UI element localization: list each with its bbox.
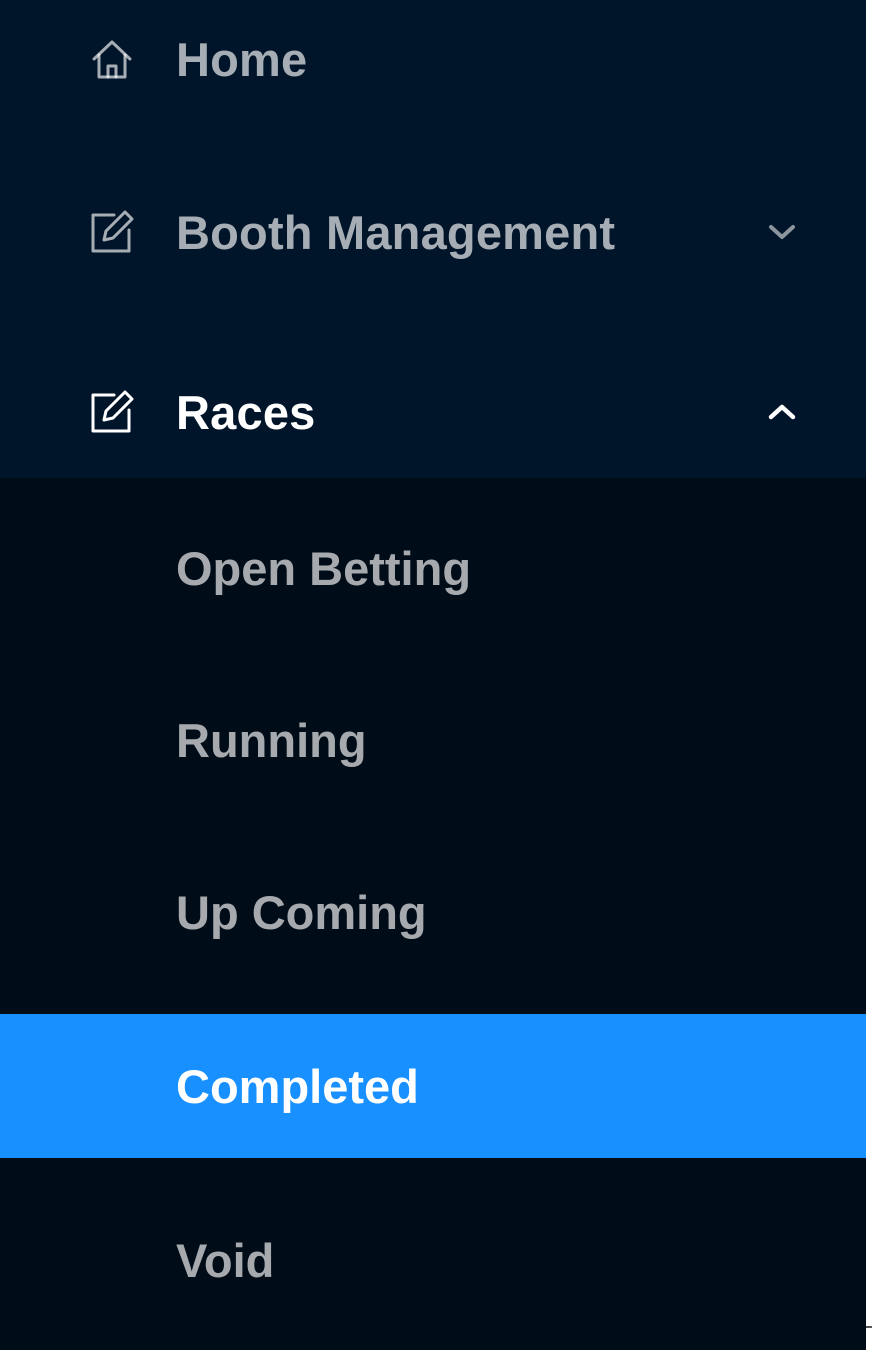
edit-icon [88,388,136,436]
submenu-item-label: Running [176,713,367,767]
submenu-item-label: Completed [176,1059,419,1113]
races-submenu: Open Betting Running Up Coming Completed… [0,478,866,1350]
menu-item-label: Races [176,385,316,439]
menu-item-booth-management[interactable]: Booth Management [0,118,866,346]
divider [866,1326,872,1328]
submenu-item-void[interactable]: Void [0,1188,866,1332]
submenu-item-running[interactable]: Running [0,668,866,812]
menu-item-home[interactable]: Home [0,0,866,118]
chevron-down-icon[interactable] [760,210,804,254]
chevron-up-icon[interactable] [760,390,804,434]
home-icon [88,35,136,83]
sidebar-menu: Home Booth Management Races Open Betting… [0,0,866,1350]
submenu-item-open-betting[interactable]: Open Betting [0,496,866,640]
menu-item-label: Booth Management [176,205,616,259]
menu-item-label: Home [176,32,308,86]
submenu-item-completed[interactable]: Completed [0,1014,866,1158]
submenu-item-label: Up Coming [176,885,427,939]
submenu-item-up-coming[interactable]: Up Coming [0,840,866,984]
edit-icon [88,208,136,256]
menu-item-races[interactable]: Races [0,346,866,478]
submenu-item-label: Open Betting [176,541,472,595]
submenu-item-label: Void [176,1233,275,1287]
